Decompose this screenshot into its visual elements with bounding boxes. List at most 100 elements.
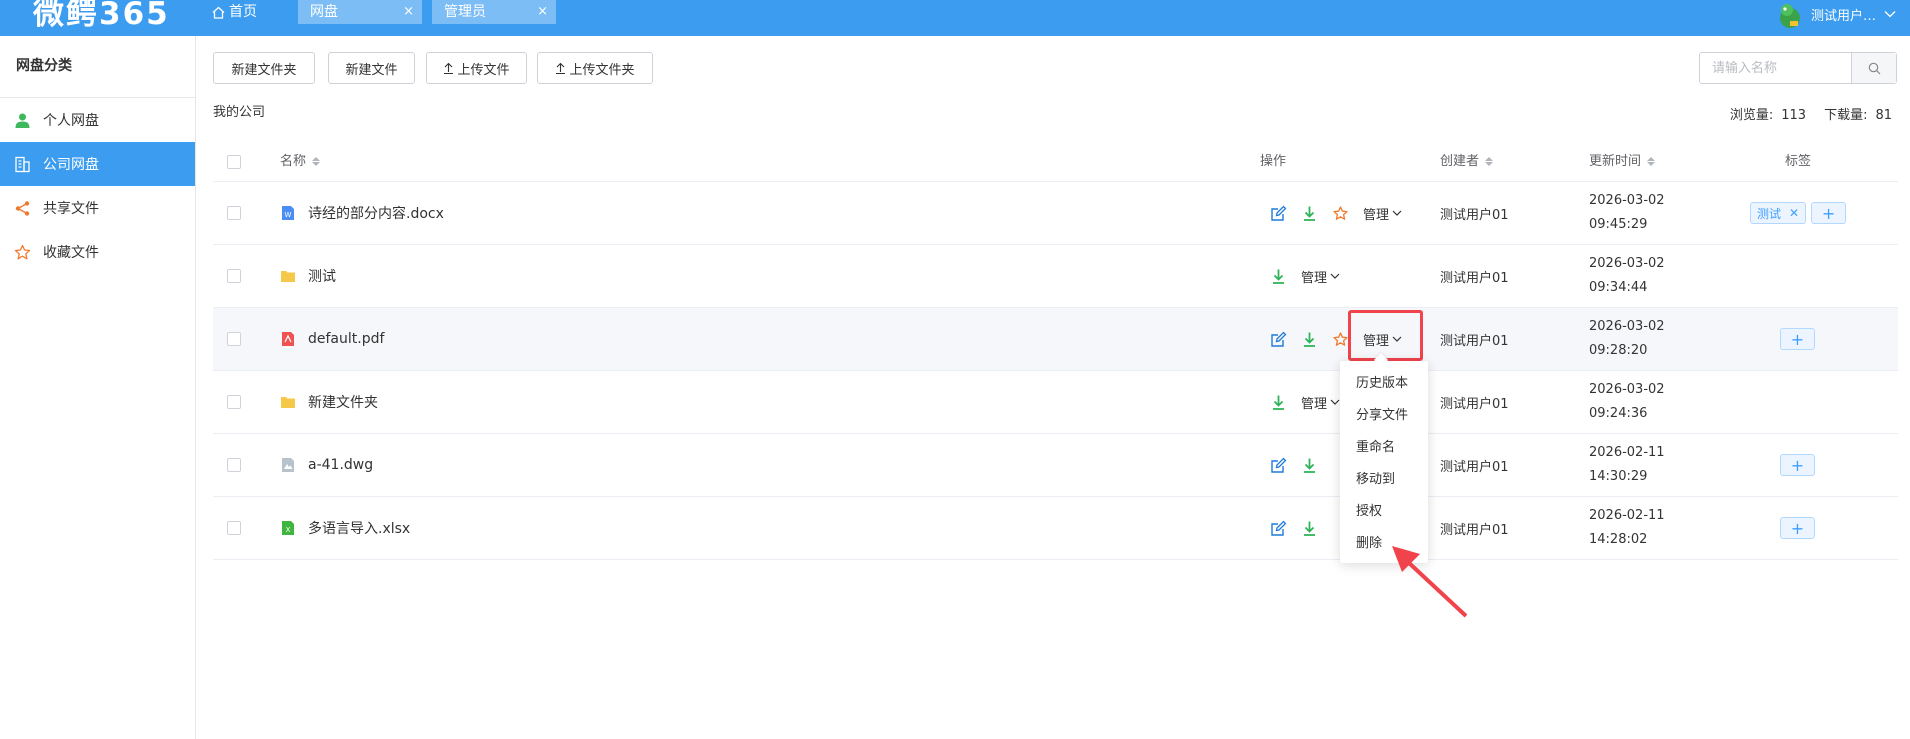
tab-netdisk[interactable]: 网盘 × xyxy=(298,0,422,24)
download-icon[interactable] xyxy=(1301,520,1318,537)
views-stat: 浏览量: 113 xyxy=(1730,104,1806,123)
new-folder-button[interactable]: 新建文件夹 xyxy=(213,52,315,84)
tag-chip: 测试 ✕ xyxy=(1750,202,1807,224)
sort-icon[interactable] xyxy=(312,157,321,166)
tab-close-icon[interactable]: × xyxy=(403,0,414,24)
edit-icon[interactable] xyxy=(1270,205,1287,222)
updated-time: 09:34:44 xyxy=(1589,280,1648,295)
downloads-label: 下载量: xyxy=(1824,108,1868,123)
download-icon[interactable] xyxy=(1301,205,1318,222)
sidebar-item-favorites[interactable]: 收藏文件 xyxy=(0,230,195,274)
header-creator[interactable]: 创建者 xyxy=(1440,142,1494,181)
tag-close-icon[interactable]: ✕ xyxy=(1789,206,1799,220)
menu-item-history[interactable]: 历史版本 xyxy=(1356,372,1408,391)
tab-close-icon[interactable]: × xyxy=(537,0,548,24)
nav-home-link[interactable]: 首页 xyxy=(212,0,257,24)
chevron-down-icon xyxy=(1392,210,1402,216)
download-icon[interactable] xyxy=(1270,268,1287,285)
row-actions xyxy=(1270,434,1318,496)
tags-cell: + xyxy=(1780,308,1815,370)
table-row[interactable]: 测试 管理 测试用户01 2026-03-02 09:34:44 xyxy=(213,245,1898,308)
star-icon[interactable] xyxy=(1332,331,1349,348)
manage-label: 管理 xyxy=(1363,207,1390,223)
creator-cell: 测试用户01 xyxy=(1440,459,1509,475)
manage-dropdown-button[interactable]: 管理 xyxy=(1363,204,1402,223)
user-menu[interactable]: 测试用户… xyxy=(1777,0,1896,28)
row-checkbox[interactable] xyxy=(227,521,241,535)
download-icon[interactable] xyxy=(1301,457,1318,474)
star-icon[interactable] xyxy=(1332,205,1349,222)
table-header: 名称 操作 创建者 更新时间 标签 xyxy=(213,142,1898,182)
add-tag-button[interactable]: + xyxy=(1780,328,1815,350)
updated-time: 09:45:29 xyxy=(1589,217,1648,232)
add-tag-button[interactable]: + xyxy=(1780,517,1815,539)
file-name-cell[interactable]: W 诗经的部分内容.docx xyxy=(280,182,444,244)
breadcrumb: 我的公司 xyxy=(213,105,266,120)
file-name-cell[interactable]: a-41.dwg xyxy=(280,434,373,496)
row-checkbox[interactable] xyxy=(227,395,241,409)
row-checkbox[interactable] xyxy=(227,269,241,283)
sidebar-item-company[interactable]: 公司网盘 xyxy=(0,142,195,186)
file-name-cell[interactable]: 新建文件夹 xyxy=(280,371,378,433)
tab-netdisk-label: 网盘 xyxy=(310,4,338,20)
header-tags-label: 标签 xyxy=(1785,154,1812,169)
file-name: 测试 xyxy=(308,269,336,285)
row-checkbox[interactable] xyxy=(227,332,241,346)
sidebar-item-personal[interactable]: 个人网盘 xyxy=(0,98,195,142)
edit-icon[interactable] xyxy=(1270,520,1287,537)
tab-admin-label: 管理员 xyxy=(444,4,486,20)
menu-item-authorize[interactable]: 授权 xyxy=(1356,500,1382,519)
header-name[interactable]: 名称 xyxy=(280,142,321,181)
folder-icon xyxy=(281,397,295,408)
updated-date: 2026-02-11 xyxy=(1589,445,1665,460)
table-row[interactable]: a-41.dwg 测试用户01 2026-02-11 14:30:29 + xyxy=(213,434,1898,497)
header-updated[interactable]: 更新时间 xyxy=(1589,142,1656,181)
new-file-button[interactable]: 新建文件 xyxy=(328,52,415,84)
add-tag-button[interactable]: + xyxy=(1811,202,1847,224)
menu-item-share[interactable]: 分享文件 xyxy=(1356,404,1408,423)
row-actions xyxy=(1270,497,1318,559)
upload-file-button[interactable]: 上传文件 xyxy=(426,52,527,84)
manage-label: 管理 xyxy=(1301,396,1328,412)
file-name: 新建文件夹 xyxy=(308,395,378,411)
tab-admin[interactable]: 管理员 × xyxy=(432,0,556,24)
edit-icon[interactable] xyxy=(1270,457,1287,474)
tags-cell: + xyxy=(1780,434,1815,496)
table-row[interactable]: 新建文件夹 管理 测试用户01 2026-03-02 09:24:36 xyxy=(213,371,1898,434)
header-ops: 操作 xyxy=(1260,142,1286,181)
tags-cell: 测试 ✕ + xyxy=(1750,182,1847,244)
download-icon[interactable] xyxy=(1270,394,1287,411)
upload-folder-button[interactable]: 上传文件夹 xyxy=(537,52,653,84)
file-name-cell[interactable]: X 多语言导入.xlsx xyxy=(280,497,410,559)
search-button[interactable] xyxy=(1851,53,1896,83)
table-row[interactable]: X 多语言导入.xlsx 测试用户01 2026-02-11 14:28:02 … xyxy=(213,497,1898,560)
sidebar-item-shared[interactable]: 共享文件 xyxy=(0,186,195,230)
file-name-cell[interactable]: default.pdf xyxy=(280,308,384,370)
download-icon[interactable] xyxy=(1301,331,1318,348)
row-actions: 管理 xyxy=(1270,245,1340,307)
header-creator-label: 创建者 xyxy=(1440,154,1480,169)
menu-item-rename[interactable]: 重命名 xyxy=(1356,436,1395,455)
header-ops-label: 操作 xyxy=(1260,154,1287,169)
sort-icon[interactable] xyxy=(1647,157,1656,166)
row-checkbox[interactable] xyxy=(227,458,241,472)
row-checkbox[interactable] xyxy=(227,206,241,220)
downloads-stat: 下载量: 81 xyxy=(1824,104,1892,123)
edit-icon[interactable] xyxy=(1270,331,1287,348)
select-all-cell xyxy=(227,142,241,181)
file-name-cell[interactable]: 测试 xyxy=(280,245,336,307)
menu-item-move[interactable]: 移动到 xyxy=(1356,468,1395,487)
table-row[interactable]: default.pdf 管理 测试用户01 2026-03-02 09:28:2… xyxy=(213,308,1898,371)
creator-cell: 测试用户01 xyxy=(1440,333,1509,349)
add-tag-button[interactable]: + xyxy=(1780,454,1815,476)
search-input[interactable] xyxy=(1710,53,1864,83)
excel-file-icon: X xyxy=(282,521,294,535)
sidebar: 网盘分类 个人网盘 公司网盘 共享文件 收藏文件 xyxy=(0,36,196,739)
stats: 浏览量: 113 下载量: 81 xyxy=(1730,104,1892,123)
menu-item-delete[interactable]: 删除 xyxy=(1356,532,1382,551)
sort-icon[interactable] xyxy=(1485,157,1494,166)
select-all-checkbox[interactable] xyxy=(227,154,241,169)
manage-dropdown-button[interactable]: 管理 xyxy=(1301,267,1340,286)
table-row[interactable]: W 诗经的部分内容.docx 管理 测试用户01 2026-03-02 09:4… xyxy=(213,182,1898,245)
manage-dropdown-button[interactable]: 管理 xyxy=(1301,393,1340,412)
